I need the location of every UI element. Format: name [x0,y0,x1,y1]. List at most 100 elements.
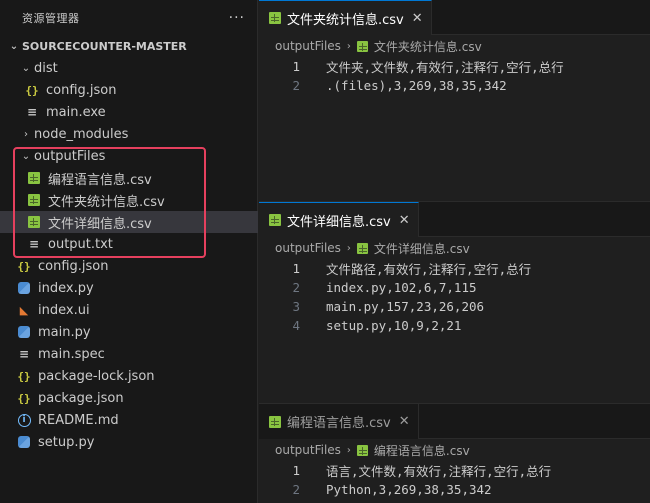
line-text: main.py,157,23,26,206 [326,299,485,314]
breadcrumb-folder[interactable]: outputFiles [275,241,341,255]
code-editor[interactable]: 1 语言,文件数,有效行,注释行,空行,总行 2 Python,3,269,38… [259,461,650,499]
csv-file-icon [356,444,368,456]
tree-folder-node-modules[interactable]: › node_modules [0,123,258,145]
line-number: 1 [292,463,300,478]
json-file-icon: {} [17,391,31,405]
tree-file-index-ui[interactable]: ◣ index.ui [0,299,258,321]
close-icon[interactable]: ✕ [399,213,410,228]
tree-item-label: config.json [46,82,117,98]
json-file-icon: {} [17,259,31,273]
rss-file-icon: ◣ [19,303,29,317]
file-lines-icon: ≡ [18,347,30,361]
code-editor[interactable]: 1 文件路径,有效行,注释行,空行,总行 2 index.py,102,6,7,… [259,259,650,335]
breadcrumb: outputFiles › 文件夹统计信息.csv [259,35,650,57]
tree-file-folder-csv[interactable]: 文件夹统计信息.csv [0,189,258,211]
tree-file-readme[interactable]: i README.md [0,409,258,431]
tab-file-detail[interactable]: 文件详细信息.csv ✕ [259,202,419,237]
code-line: 2 Python,3,269,38,35,342 [259,480,650,499]
close-icon[interactable]: ✕ [412,11,423,26]
line-text: index.py,102,6,7,115 [326,280,477,295]
editor-pane-folder-stats: 文件夹统计信息.csv ✕ outputFiles › 文件夹统计信息.csv … [259,0,650,200]
tree-item-label: main.spec [38,346,105,362]
tree-file-main-spec[interactable]: ≡ main.spec [0,343,258,365]
tree-item-label: main.py [38,324,91,340]
tree-item-label: package.json [38,390,124,406]
line-text: .(files),3,269,38,35,342 [326,78,507,93]
breadcrumb-folder[interactable]: outputFiles [275,443,341,457]
tab-label: 编程语言信息.csv [287,416,391,431]
tree-folder-dist[interactable]: ⌄ dist [0,57,258,79]
pane-divider[interactable] [259,201,650,202]
breadcrumb: outputFiles › 编程语言信息.csv [259,439,650,461]
tree-item-label: index.py [38,280,94,296]
file-lines-icon: ≡ [28,237,40,251]
explorer-title: 资源管理器 [22,11,80,25]
tab-folder-stats[interactable]: 文件夹统计信息.csv ✕ [259,0,432,35]
breadcrumb: outputFiles › 文件详细信息.csv [259,237,650,259]
csv-file-icon [356,40,368,52]
tree-item-label: setup.py [38,434,95,450]
code-line: 3 main.py,157,23,26,206 [259,297,650,316]
chevron-down-icon: ⌄ [21,150,31,162]
tab-language[interactable]: 编程语言信息.csv ✕ [259,404,419,439]
tree-file-main-py[interactable]: main.py [0,321,258,343]
line-text: Python,3,269,38,35,342 [326,482,492,497]
tab-label: 文件详细信息.csv [287,214,391,230]
csv-file-icon [26,192,42,208]
tree-file-package-lock[interactable]: {} package-lock.json [0,365,258,387]
tree-file-detail-csv[interactable]: 文件详细信息.csv [0,211,258,233]
tree-file-package-json[interactable]: {} package.json [0,387,258,409]
breadcrumb-file[interactable]: 文件详细信息.csv [374,240,470,257]
breadcrumb-file[interactable]: 文件夹统计信息.csv [374,38,482,55]
code-line: 4 setup.py,10,9,2,21 [259,316,650,335]
line-number: 1 [292,261,300,276]
line-number: 2 [292,482,300,497]
tree-item-label: node_modules [34,126,129,142]
code-line: 2 index.py,102,6,7,115 [259,278,650,297]
python-file-icon [16,324,32,340]
tree-file-setup-py[interactable]: setup.py [0,431,258,453]
line-number: 2 [292,280,300,295]
file-lines-icon: ≡ [26,105,38,119]
tree-file-output-txt[interactable]: ≡ output.txt [0,233,258,255]
tree-file-main-exe[interactable]: ≡ main.exe [0,101,258,123]
tree-item-label: 编程语言信息.csv [48,172,152,188]
line-text: 文件路径,有效行,注释行,空行,总行 [326,262,532,277]
chevron-down-icon: ⌄ [9,40,19,52]
line-number: 1 [292,59,300,74]
more-actions-icon[interactable]: ··· [229,10,245,26]
chevron-right-icon: › [346,444,351,456]
tree-item-label: config.json [38,258,109,274]
tree-file-config-json[interactable]: {} config.json [0,79,258,101]
csv-file-icon [269,214,281,226]
tree-item-label: output.txt [48,236,113,252]
line-number: 2 [292,78,300,93]
tree-file-index-py[interactable]: index.py [0,277,258,299]
code-line: 1 文件夹,文件数,有效行,注释行,空行,总行 [259,57,650,76]
code-editor[interactable]: 1 文件夹,文件数,有效行,注释行,空行,总行 2 .(files),3,269… [259,57,650,95]
close-icon[interactable]: ✕ [399,414,410,429]
tree-file-config-json-root[interactable]: {} config.json [0,255,258,277]
info-icon: i [16,412,32,428]
chevron-right-icon: › [346,40,351,52]
tree-file-lang-csv[interactable]: 编程语言信息.csv [0,167,258,189]
tree-item-label: index.ui [38,302,90,318]
explorer-header: 资源管理器 ··· [0,0,257,35]
tab-label: 文件夹统计信息.csv [287,12,404,28]
tab-bar: 文件详细信息.csv ✕ [259,202,650,237]
csv-file-icon [269,12,281,24]
tree-item-label: outputFiles [34,148,106,164]
pane-divider[interactable] [259,403,650,404]
breadcrumb-file[interactable]: 编程语言信息.csv [374,442,470,459]
line-text: 文件夹,文件数,有效行,注释行,空行,总行 [326,60,564,75]
breadcrumb-folder[interactable]: outputFiles [275,39,341,53]
json-file-icon: {} [17,369,31,383]
explorer-sidebar: 资源管理器 ··· ⌄ SOURCECOUNTER-MASTER ⌄ dist … [0,0,258,503]
workspace-root[interactable]: ⌄ SOURCECOUNTER-MASTER [0,35,258,57]
workspace-root-label: SOURCECOUNTER-MASTER [22,39,187,53]
tab-bar: 文件夹统计信息.csv ✕ [259,0,650,35]
tree-folder-outputfiles[interactable]: ⌄ outputFiles [0,145,258,167]
json-file-icon: {} [25,83,39,97]
chevron-down-icon: ⌄ [21,62,31,74]
tab-bar: 编程语言信息.csv ✕ [259,404,650,439]
